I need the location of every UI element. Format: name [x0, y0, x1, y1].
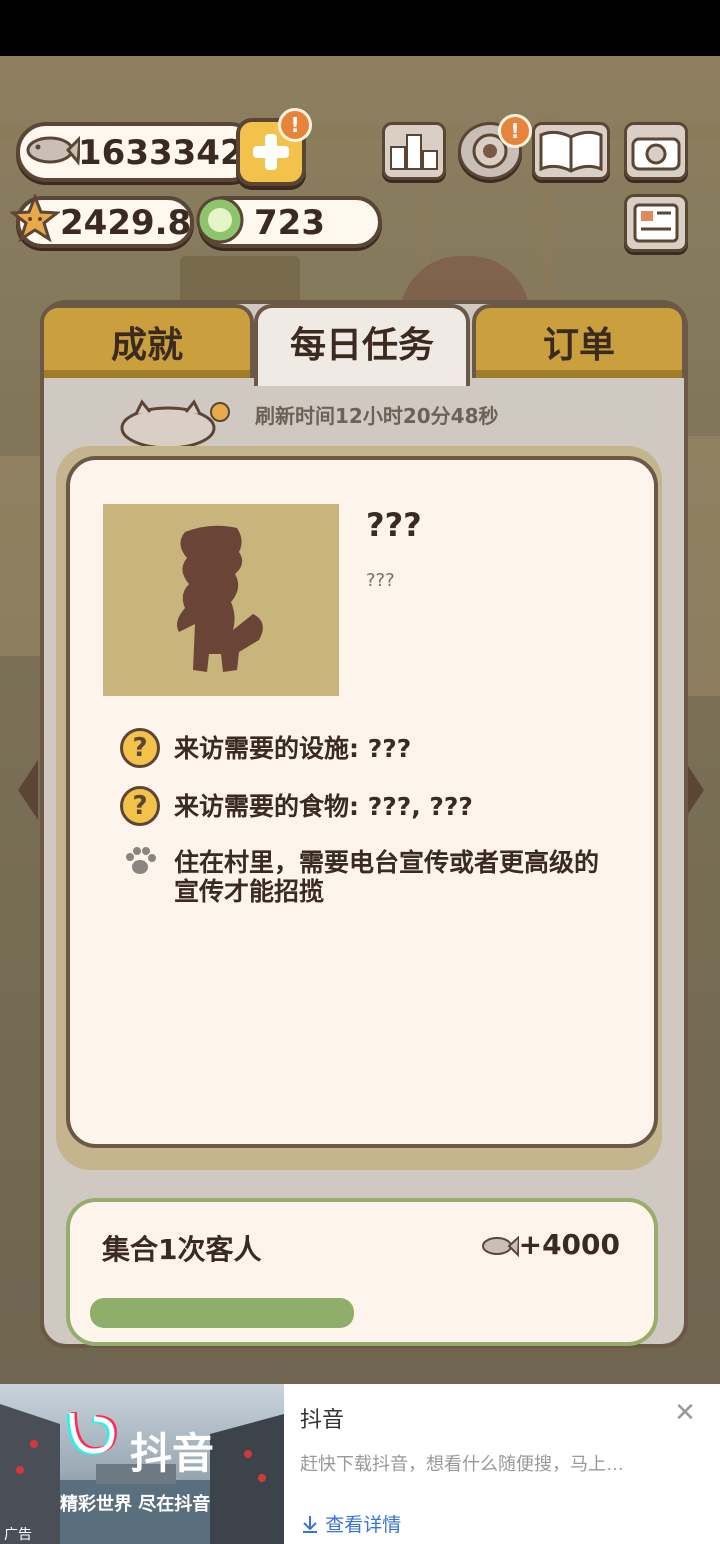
- star-counter: 2429.8: [10, 194, 194, 248]
- task-progress-bar: [90, 1298, 354, 1328]
- star-icon: [10, 194, 60, 243]
- ranking-button[interactable]: [382, 122, 446, 180]
- ad-title: 抖音: [300, 1407, 345, 1432]
- book-icon: [539, 130, 603, 173]
- plus-alert-badge: !: [278, 108, 312, 142]
- fish-counter: 1633342: [16, 122, 260, 182]
- task-reward-value: +4000: [518, 1228, 620, 1261]
- camera-button[interactable]: [624, 122, 688, 180]
- required-food: 来访需要的食物: ???, ???: [174, 792, 473, 821]
- newspaper-button[interactable]: [624, 194, 688, 252]
- catbook-button[interactable]: [532, 122, 610, 180]
- daily-task-card: 集合1次客人 +4000: [66, 1198, 658, 1346]
- question-icon: ?: [120, 728, 160, 768]
- required-facility: 来访需要的设施: ???: [174, 734, 412, 763]
- visitor-silhouette: [103, 504, 339, 696]
- close-icon[interactable]: ✕: [670, 1398, 700, 1428]
- newspaper-icon: [633, 203, 679, 243]
- ad-description: 赶快下载抖音，想看什么随便搜，马上…: [300, 1454, 624, 1474]
- tab-daily-tasks[interactable]: 每日任务: [254, 304, 470, 386]
- tab-achievements[interactable]: 成就: [40, 304, 254, 378]
- gem-icon: [196, 196, 244, 244]
- ad-details-link[interactable]: 查看详情: [300, 1510, 401, 1537]
- task-reward: +4000: [479, 1228, 620, 1261]
- cat-mascot-icon: [120, 399, 230, 450]
- visitor-description: ???: [366, 570, 395, 591]
- ad-details-label: 查看详情: [325, 1515, 402, 1536]
- question-icon: ?: [120, 786, 160, 826]
- podium-icon: [390, 134, 438, 170]
- download-icon: [303, 1516, 317, 1533]
- prev-arrow-icon[interactable]: [18, 760, 38, 820]
- camera-icon: [631, 137, 681, 171]
- ad-banner-slogan: 精彩世界 尽在抖音: [60, 1494, 211, 1515]
- star-count: 2429.8: [60, 203, 192, 243]
- status-bar: [0, 0, 720, 56]
- paw-icon: [126, 847, 156, 874]
- gem-counter: 723: [196, 196, 382, 248]
- ad-tag: 广告: [4, 1527, 32, 1543]
- gem-count: 723: [254, 203, 325, 243]
- task-title: 集合1次客人: [102, 1233, 262, 1266]
- visitor-condition: 住在村里，需要电台宣传或者更高级的宣传才能招揽: [174, 848, 600, 906]
- refresh-timer: 刷新时间12小时20分48秒: [255, 404, 499, 428]
- ad-banner[interactable]: 抖音 精彩世界 尽在抖音 广告 抖音 赶快下载抖音，想看什么随便搜，马上… 查看…: [0, 1384, 720, 1544]
- fish-count: 1633342: [78, 133, 244, 173]
- cat-silhouette-icon: [177, 525, 263, 672]
- fish-icon: [481, 1234, 520, 1258]
- ad-banner-brand: 抖音: [130, 1429, 215, 1478]
- settings-alert-badge: !: [498, 114, 532, 148]
- visitor-name: ???: [366, 506, 422, 544]
- ad-image[interactable]: 抖音 精彩世界 尽在抖音 广告: [0, 1384, 284, 1544]
- tab-orders[interactable]: 订单: [472, 304, 686, 378]
- fish-icon: [26, 135, 80, 166]
